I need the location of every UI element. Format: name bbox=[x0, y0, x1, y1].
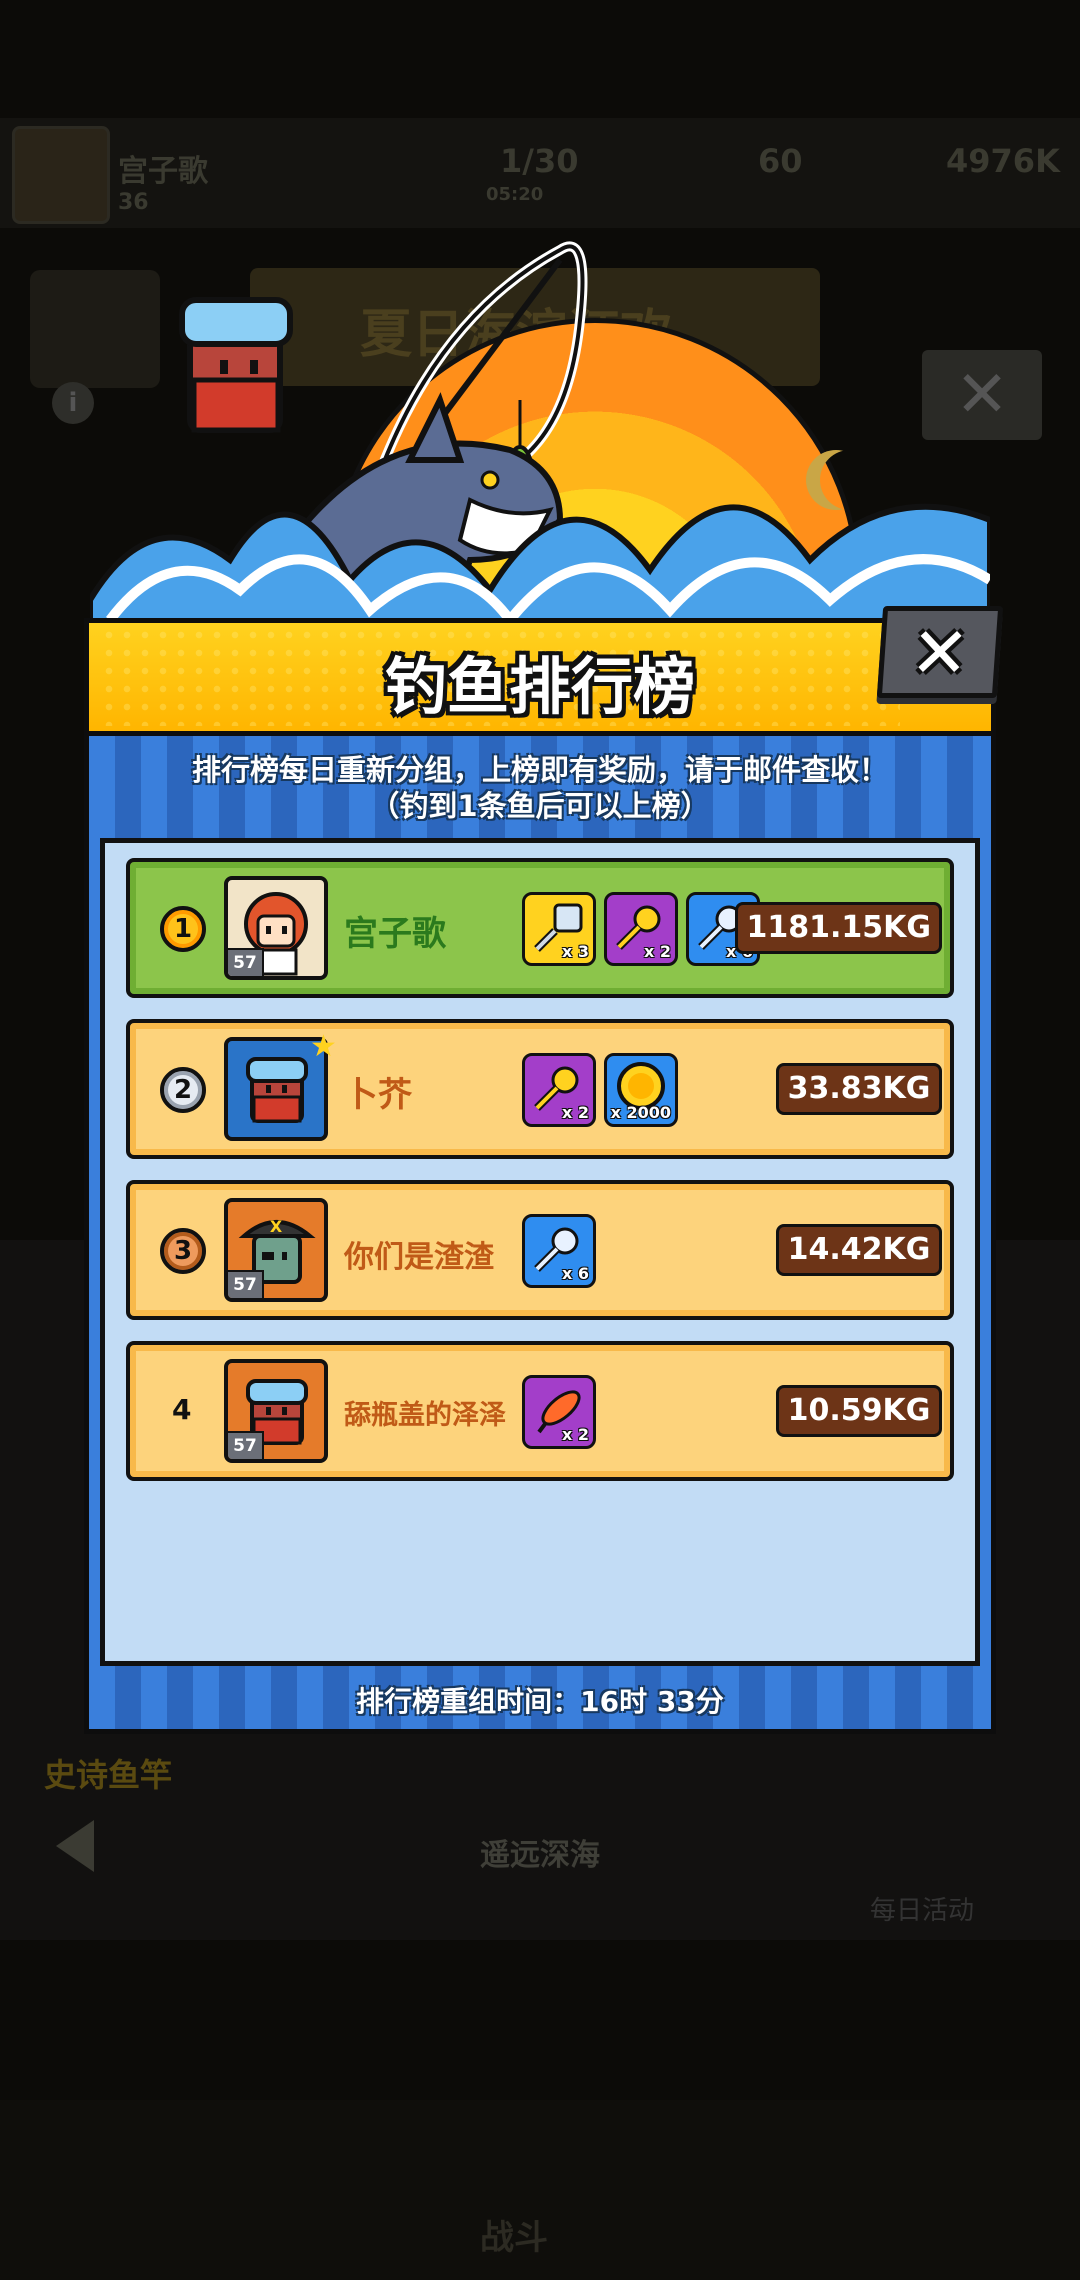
leaderboard-row[interactable]: 3 X 57 你们是渣渣 x 6 14.42KG bbox=[126, 1180, 954, 1320]
avatar-level: 57 bbox=[228, 1270, 264, 1298]
leaderboard-row[interactable]: 2 ★ 卜芥 x 2 x 2000 33.83KG bbox=[126, 1019, 954, 1159]
fight-tab[interactable]: 战斗 bbox=[480, 2210, 548, 2259]
reward-qty: x 2 bbox=[561, 1425, 589, 1444]
avatar-level: 57 bbox=[228, 1431, 264, 1459]
rank-number: 4 bbox=[172, 1393, 192, 1426]
purple-key-icon[interactable]: x 2 bbox=[604, 892, 678, 966]
player-avatar[interactable]: 57 bbox=[224, 1359, 328, 1463]
back-arrow-icon[interactable] bbox=[56, 1820, 94, 1872]
shark-fishing-illustration bbox=[90, 241, 990, 640]
catch-weight: 1181.15KG bbox=[735, 902, 942, 954]
rank-medal-silver: 2 bbox=[160, 1067, 206, 1113]
star-icon: ★ bbox=[310, 1029, 337, 1064]
gold-coin-icon[interactable]: x 2000 bbox=[604, 1053, 678, 1127]
notice-line-2: （钓到1条鱼后可以上榜） bbox=[370, 789, 710, 823]
player-avatar[interactable]: 57 bbox=[224, 876, 328, 980]
info-icon[interactable]: i bbox=[52, 382, 94, 424]
catch-weight: 10.59KG bbox=[776, 1385, 942, 1437]
purple-key-icon[interactable]: x 2 bbox=[522, 1053, 596, 1127]
leaderboard-row[interactable]: 4 57 舔瓶盖的泽泽 x 2 10.59KG bbox=[126, 1341, 954, 1481]
energy-count: 1/30 bbox=[500, 142, 579, 180]
blue-key-icon[interactable]: x 6 bbox=[522, 1214, 596, 1288]
fishing-lure-icon[interactable]: x 2 bbox=[522, 1375, 596, 1449]
player-name: 宫子歌 bbox=[344, 914, 446, 954]
epic-rod-label: 史诗鱼竿 bbox=[44, 1756, 173, 1794]
avatar-level: 57 bbox=[228, 948, 264, 976]
leaderboard-row[interactable]: 1 57 宫子歌 x 3 x 2 x 6 1181.15KG bbox=[126, 858, 954, 998]
player-name: 卜芥 bbox=[344, 1075, 412, 1115]
svg-text:X: X bbox=[270, 1217, 283, 1236]
reward-qty: x 3 bbox=[561, 942, 589, 961]
coin-count: 4976K bbox=[946, 142, 1060, 180]
player-name: 舔瓶盖的泽泽 bbox=[344, 1400, 506, 1431]
reward-qty: x 2000 bbox=[610, 1103, 671, 1122]
gem-count: 60 bbox=[758, 142, 803, 180]
leaderboard-notice: 排行榜每日重新分组，上榜即有奖励，请于邮件查收！ （钓到1条鱼后可以上榜） bbox=[84, 752, 996, 824]
reward-qty: x 6 bbox=[561, 1264, 589, 1283]
catch-weight: 33.83KG bbox=[776, 1063, 942, 1115]
player-name: 你们是渣渣 bbox=[344, 1240, 494, 1275]
daily-activity-label[interactable]: 每日活动 bbox=[870, 1890, 974, 1927]
player-name: 宫子歌 bbox=[118, 154, 208, 189]
reward-qty: x 2 bbox=[561, 1103, 589, 1122]
reset-time-label: 排行榜重组时间：16时 33分 bbox=[356, 1685, 724, 1718]
catch-weight: 14.42KG bbox=[776, 1224, 942, 1276]
silver-key-icon[interactable]: x 3 bbox=[522, 892, 596, 966]
reward-qty: x 2 bbox=[643, 942, 671, 961]
rank-medal-bronze: 3 bbox=[160, 1228, 206, 1274]
player-avatar[interactable]: X 57 bbox=[224, 1198, 328, 1302]
rank-medal-gold: 1 bbox=[160, 906, 206, 952]
close-button[interactable]: ✕ bbox=[876, 606, 1004, 698]
leaderboard-title: 钓鱼排行榜 bbox=[384, 650, 695, 723]
close-icon: ✕ bbox=[907, 612, 973, 694]
location-label: 遥远深海 bbox=[480, 1838, 600, 1873]
notice-line-1: 排行榜每日重新分组，上榜即有奖励，请于邮件查收！ bbox=[191, 753, 888, 787]
